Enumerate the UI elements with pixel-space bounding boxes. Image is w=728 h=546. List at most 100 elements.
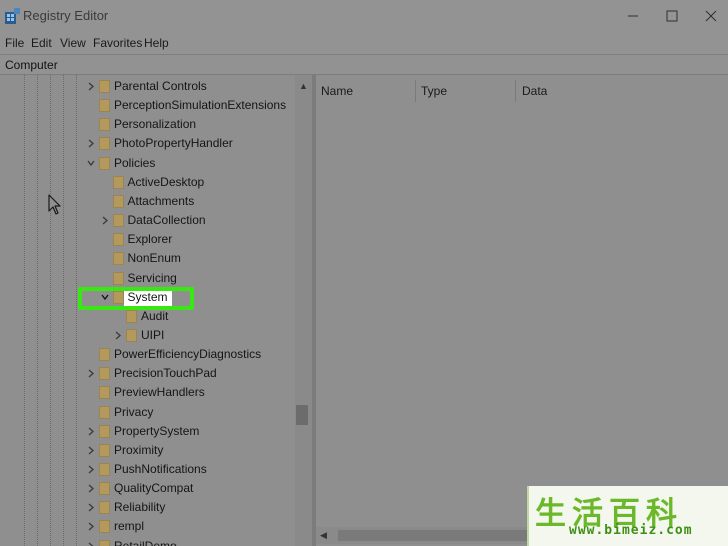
tree-item[interactable]: PerceptionSimulationExtensions (0, 96, 295, 115)
mouse-cursor-icon (48, 194, 61, 215)
registry-icon (5, 8, 20, 24)
tree-item[interactable]: PhotoPropertyHandler (0, 134, 295, 153)
values-list[interactable]: Name Type Data ◀ (316, 75, 728, 546)
key-tree[interactable]: Parental Controls PerceptionSimulationExt… (0, 75, 312, 546)
folder-icon (99, 463, 110, 476)
folder-icon (99, 424, 110, 438)
tree-item-label: ActiveDesktop (127, 174, 205, 189)
menu-bar: File Edit View Favorites Help (0, 32, 728, 54)
menu-edit[interactable]: Edit (31, 36, 52, 50)
folder-icon (99, 156, 110, 170)
tree-item[interactable]: PreviewHandlers (0, 383, 295, 402)
folder-icon (99, 443, 110, 457)
folder-icon (99, 137, 110, 151)
folder-icon (126, 309, 137, 323)
tree-item[interactable]: DataCollection (0, 211, 295, 230)
tree-item[interactable]: Servicing (0, 269, 295, 288)
column-separator[interactable] (415, 80, 416, 102)
close-icon (705, 10, 717, 22)
folder-icon (99, 482, 110, 496)
chevron-right-icon[interactable] (87, 427, 95, 436)
chevron-right-icon[interactable] (87, 484, 95, 493)
tree-item[interactable]: QualityCompat (0, 479, 295, 498)
chevron-right-icon[interactable] (87, 82, 95, 91)
watermark-url: www.bimeiz.com (569, 523, 693, 538)
tree-item[interactable]: Reliability (0, 498, 295, 517)
system-key-highlight (78, 287, 194, 310)
folder-icon (99, 99, 110, 113)
tree-item[interactable]: Privacy (0, 403, 295, 422)
tree-item-label: PrecisionTouchPad (114, 366, 217, 381)
folder-icon (99, 367, 110, 381)
tree-item-label: Personalization (114, 117, 197, 132)
maximize-icon (666, 10, 678, 22)
tree-item-label: Privacy (114, 404, 154, 419)
menu-help[interactable]: Help (144, 36, 169, 50)
address-bar[interactable]: Computer (0, 54, 728, 75)
tree-item-label: RetailDemo (114, 538, 177, 546)
folder-icon (112, 175, 124, 189)
folder-icon (112, 194, 124, 208)
minimize-icon (628, 15, 638, 17)
window-title: Registry Editor (23, 8, 109, 23)
scroll-up-icon[interactable]: ▲ (295, 81, 312, 95)
chevron-right-icon[interactable] (87, 522, 95, 531)
chevron-right-icon[interactable] (114, 331, 122, 340)
chevron-right-icon[interactable] (87, 503, 95, 512)
menu-file[interactable]: File (5, 36, 24, 50)
tree-scroll-thumb[interactable] (296, 405, 308, 425)
menu-view[interactable]: View (60, 36, 86, 50)
tree-item[interactable]: PrecisionTouchPad (0, 364, 295, 383)
tree-item[interactable]: PushNotifications (0, 460, 295, 479)
watermark: 生活百科 www.bimeiz.com (527, 486, 728, 546)
chevron-right-icon[interactable] (87, 369, 95, 378)
column-name[interactable]: Name (321, 84, 353, 98)
address-path: Computer (5, 58, 58, 72)
title-bar: Registry Editor (0, 0, 728, 32)
scroll-left-icon[interactable]: ◀ (320, 530, 327, 541)
menu-favorites[interactable]: Favorites (93, 36, 142, 50)
tree-item-label: PreviewHandlers (114, 385, 205, 400)
column-type[interactable]: Type (421, 84, 447, 98)
tree-item[interactable]: Parental Controls (0, 77, 295, 96)
chevron-right-icon[interactable] (87, 446, 95, 455)
tree-item[interactable]: ActiveDesktop (0, 173, 295, 192)
tree-item-label: Parental Controls (114, 79, 207, 93)
folder-icon (112, 252, 124, 266)
tree-scrollbar[interactable]: ▲ (295, 75, 312, 546)
tree-item-label: Proximity (114, 442, 164, 457)
tree-item[interactable]: Proximity (0, 441, 295, 460)
chevron-right-icon[interactable] (87, 465, 95, 474)
list-h-scroll-thumb[interactable] (338, 530, 528, 541)
tree-item[interactable]: PowerEfficiencyDiagnostics (0, 345, 295, 364)
tree-item[interactable]: Attachments (0, 192, 295, 211)
tree-item-label: PushNotifications (114, 462, 207, 476)
tree-item[interactable]: NonEnum (0, 249, 295, 268)
close-button[interactable] (688, 0, 728, 32)
tree-item-label: rempl (114, 519, 145, 534)
tree-item-label: Explorer (127, 232, 173, 247)
column-separator[interactable] (515, 80, 516, 102)
tree-item[interactable]: Personalization (0, 115, 295, 134)
tree-item[interactable]: UIPI (0, 326, 295, 345)
tree-item[interactable]: RetailDemo (0, 537, 295, 546)
chevron-right-icon[interactable] (87, 139, 95, 148)
folder-icon (99, 118, 110, 132)
tree-item[interactable]: PropertySystem (0, 422, 295, 441)
folder-icon (99, 348, 110, 362)
tree-item[interactable]: rempl (0, 517, 295, 536)
tree-item-label: PhotoPropertyHandler (114, 136, 233, 151)
tree-item-label: Attachments (127, 193, 195, 208)
chevron-right-icon[interactable] (101, 216, 109, 225)
folder-icon (112, 233, 124, 247)
tree-item-label: NonEnum (127, 251, 181, 266)
tree-item-label: Servicing (127, 270, 177, 285)
tree-item-label: DataCollection (127, 213, 206, 228)
column-data[interactable]: Data (522, 84, 547, 98)
tree-item[interactable]: Policies (0, 154, 295, 173)
tree-item-label: Reliability (114, 500, 166, 515)
tree-item[interactable]: Explorer (0, 230, 295, 249)
folder-icon (99, 405, 110, 419)
chevron-right-icon[interactable] (87, 542, 95, 546)
chevron-down-icon[interactable] (87, 159, 95, 168)
